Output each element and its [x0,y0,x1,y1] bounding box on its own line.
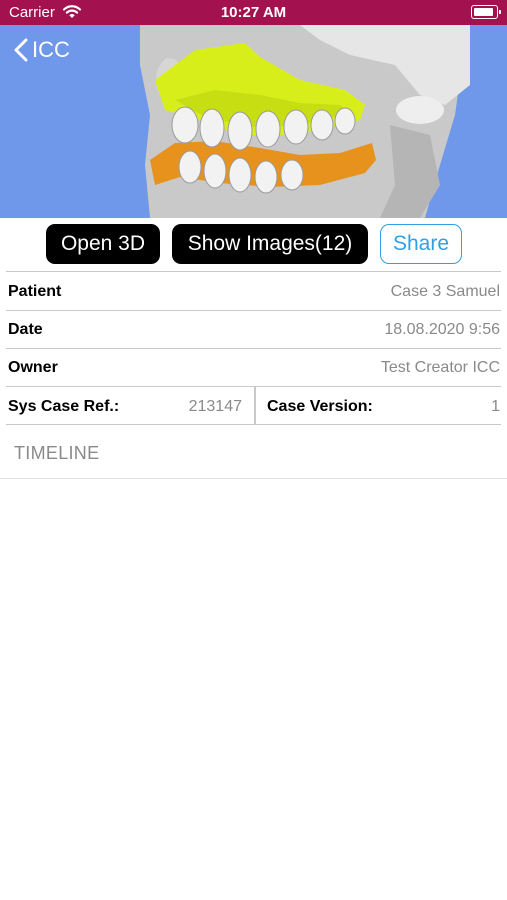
chevron-left-icon [14,38,28,62]
divider [6,424,501,425]
case-version-value: 1 [491,398,500,415]
divider [0,478,507,479]
timeline-heading: TIMELINE [14,443,100,463]
show-images-button[interactable]: Show Images(12) [172,224,368,264]
back-button[interactable]: ICC [14,37,70,63]
patient-value: Case 3 Samuel [390,283,500,300]
share-button[interactable]: Share [380,224,462,264]
sys-case-ref-value: 213147 [188,398,242,415]
status-bar: Carrier 10:27 AM [0,0,507,25]
dental-model-image [140,25,470,218]
open-3d-button[interactable]: Open 3D [46,224,160,264]
column-divider [254,386,256,424]
owner-label: Owner [8,359,58,376]
action-bar: Open 3D Show Images(12) Share [0,222,507,270]
patient-row: Patient Case 3 Samuel [0,273,507,309]
date-label: Date [8,321,43,338]
owner-value: Test Creator ICC [380,359,500,376]
clock: 10:27 AM [220,4,287,21]
divider [6,271,501,272]
case-3d-preview[interactable]: ICC [0,25,507,218]
case-version-label: Case Version: [267,398,373,415]
date-row: Date 18.08.2020 9:56 [0,311,507,347]
owner-row: Owner Test Creator ICC [0,349,507,385]
date-value: 18.08.2020 9:56 [384,321,500,338]
back-label: ICC [32,37,70,62]
sys-case-ref-label: Sys Case Ref.: [8,398,120,415]
battery-icon [471,5,501,19]
patient-label: Patient [8,283,62,300]
